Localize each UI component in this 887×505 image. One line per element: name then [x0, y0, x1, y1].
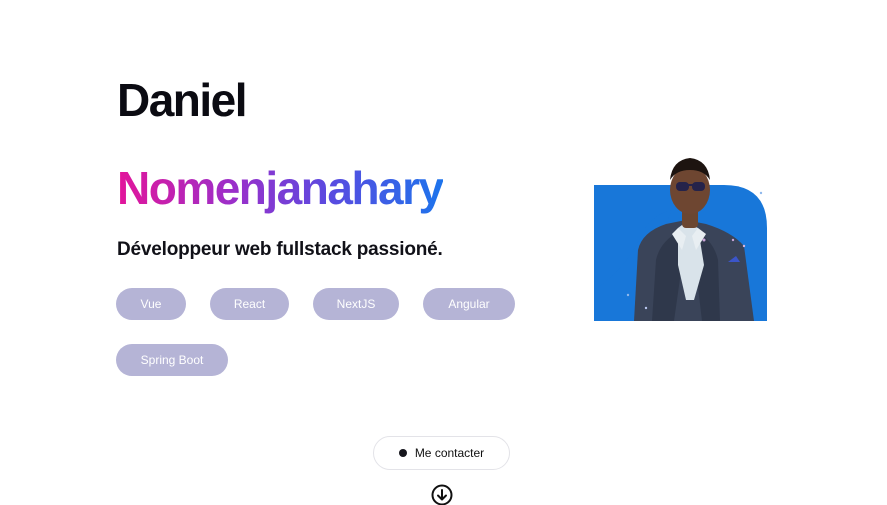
skill-chip-spring-boot: Spring Boot [116, 344, 228, 376]
dot-icon [398, 449, 407, 457]
skill-chip-angular: Angular [423, 288, 515, 320]
tagline: Développeur web fullstack passioné. [117, 239, 443, 260]
skill-chip-react: React [210, 288, 289, 320]
contact-button-label: Me contacter [414, 446, 485, 460]
contact-button[interactable]: Me contacter [373, 436, 510, 470]
profile-photo [594, 150, 767, 321]
arrow-down-circle-icon[interactable] [431, 484, 453, 505]
skill-chip-vue: Vue [116, 288, 186, 320]
last-name-heading: Nomenjanahary [117, 158, 444, 218]
hero-section: Daniel Nomenjanahary Développeur web ful… [0, 0, 887, 505]
skill-chip-nextjs: NextJS [313, 288, 399, 320]
first-name-heading: Daniel [117, 74, 248, 126]
